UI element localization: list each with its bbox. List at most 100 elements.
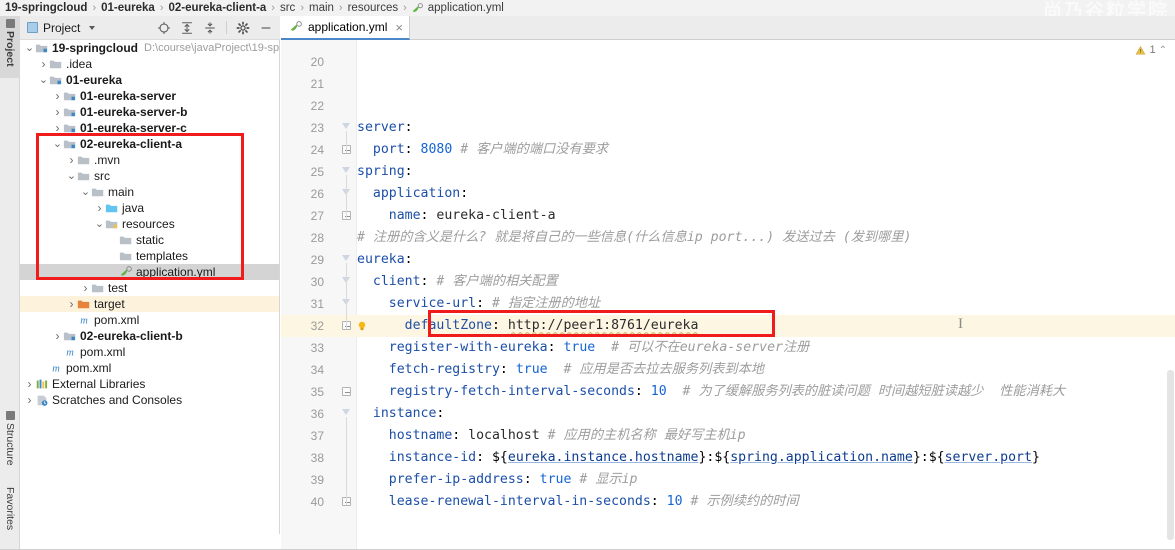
code-line-33[interactable]: register-with-eureka: true # 可以不在eureka-…: [357, 337, 1175, 359]
expand-all-icon[interactable]: [180, 21, 194, 35]
scrollbar-thumb[interactable]: [1167, 370, 1174, 540]
editor-vertical-scrollbar[interactable]: [1165, 40, 1175, 550]
tree-node-01-eureka-server-c[interactable]: › 01-eureka-server-c: [20, 120, 279, 136]
code-line-28[interactable]: # 注册的含义是什么? 就是将自己的一些信息(什么信息ip port...) 发…: [357, 227, 1175, 249]
code-content[interactable]: server: port: 8080 # 客户端的端口没有要求 spring: a…: [357, 40, 1175, 550]
sidebar-tab-structure[interactable]: Structure: [0, 408, 20, 480]
tree-node-static[interactable]: static: [20, 232, 279, 248]
code-line-25[interactable]: spring:: [357, 161, 1175, 183]
resources-folder-icon-wrap: [105, 217, 119, 231]
tree-node-pom-xml[interactable]: m pom.xml: [20, 312, 279, 328]
chevron-right-icon[interactable]: ›: [38, 56, 49, 72]
chevron-right-icon[interactable]: ›: [52, 88, 63, 104]
breadcrumb-item-main[interactable]: main: [308, 2, 335, 14]
tree-node-02-eureka-client-b[interactable]: › 02-eureka-client-b: [20, 328, 279, 344]
code-line-26[interactable]: application:: [357, 183, 1175, 205]
tree-node-scratches-and-consoles[interactable]: › Scratches and Consoles: [20, 392, 279, 408]
chevron-right-icon[interactable]: ›: [66, 296, 77, 312]
code-line-37[interactable]: hostname: localhost # 应用的主机名称 最好写主机ip: [357, 425, 1175, 447]
code-token: #: [595, 340, 627, 355]
chevron-right-icon[interactable]: ›: [94, 200, 105, 216]
chevron-down-icon[interactable]: ⌄: [52, 136, 63, 152]
tree-node-label: 01-eureka-server-c: [80, 121, 187, 135]
chevron-down-icon[interactable]: ⌄: [38, 72, 49, 88]
code-line-24[interactable]: port: 8080 # 客户端的端口没有要求: [357, 139, 1175, 161]
line-number: 39: [310, 473, 324, 487]
tree-node-main[interactable]: ⌄ main: [20, 184, 279, 200]
code-token: prefer-ip-address: [357, 472, 524, 487]
breadcrumb-item-file[interactable]: application.yml: [411, 2, 505, 15]
code-line-30[interactable]: client: # 客户端的相关配置: [357, 271, 1175, 293]
tree-node-pom-xml[interactable]: m pom.xml: [20, 344, 279, 360]
tree-node-02-eureka-client-a[interactable]: ⌄ 02-eureka-client-a: [20, 136, 279, 152]
tree-node-01-eureka-server[interactable]: › 01-eureka-server: [20, 88, 279, 104]
code-token: 客户端的端口没有要求: [476, 142, 608, 157]
tree-node-external-libraries[interactable]: › External Libraries: [20, 376, 279, 392]
structure-icon: [5, 411, 15, 420]
code-line-20[interactable]: [357, 51, 1175, 73]
code-line-40[interactable]: lease-renewal-interval-in-seconds: 10 # …: [357, 491, 1175, 513]
sidebar-tab-favorites[interactable]: Favorites: [0, 484, 20, 550]
locate-in-tree-icon[interactable]: [157, 21, 171, 35]
chevron-down-icon[interactable]: [89, 25, 96, 30]
close-icon[interactable]: ×: [395, 20, 403, 35]
code-line-29[interactable]: eureka:: [357, 249, 1175, 271]
tree-node-resources[interactable]: ⌄ resources: [20, 216, 279, 232]
code-line-21[interactable]: [357, 73, 1175, 95]
yml-file-icon: [290, 21, 302, 31]
tree-node-label: static: [136, 233, 165, 247]
editor-tab-application-yml[interactable]: application.yml ×: [281, 16, 410, 40]
chevron-right-icon[interactable]: ›: [52, 120, 63, 136]
code-line-27[interactable]: name: eureka-client-a: [357, 205, 1175, 227]
code-line-23[interactable]: server:: [357, 117, 1175, 139]
code-line-31[interactable]: service-url: # 指定注册的地址: [357, 293, 1175, 315]
inspection-widget[interactable]: 1 ⌃: [1135, 44, 1167, 56]
code-line-36[interactable]: instance:: [357, 403, 1175, 425]
tree-node-target[interactable]: › target: [20, 296, 279, 312]
collapse-all-icon[interactable]: [203, 21, 217, 35]
tree-node-java[interactable]: › java: [20, 200, 279, 216]
chevron-down-icon[interactable]: ⌄: [94, 216, 105, 232]
project-tree[interactable]: ⌄ 19-springcloud D:\course\javaProject\19…: [20, 40, 280, 534]
chevron-right-icon[interactable]: ›: [66, 152, 77, 168]
chevron-down-icon[interactable]: ⌄: [80, 184, 91, 200]
chevron-down-icon[interactable]: ⌄: [66, 168, 77, 184]
code-line-39[interactable]: prefer-ip-address: true # 显示ip: [357, 469, 1175, 491]
tree-node-test[interactable]: › test: [20, 280, 279, 296]
chevron-right-icon[interactable]: ›: [52, 328, 63, 344]
code-line-32[interactable]: defaultZone: http://peer1:8761/eureka: [357, 315, 1175, 337]
breadcrumb-item-client-a[interactable]: 02-eureka-client-a: [168, 2, 268, 14]
tree-node--mvn[interactable]: › .mvn: [20, 152, 279, 168]
maven-file-icon: m: [52, 364, 60, 375]
code-editor[interactable]: 20 21 22 23 24 25 26 27 28 29 30 31 32 33 34 35 36 37 38 39…: [281, 40, 1175, 550]
tree-node-templates[interactable]: templates: [20, 248, 279, 264]
tool-window-strip: Project Structure Favorites: [0, 16, 20, 550]
breadcrumb-item-resources[interactable]: resources: [347, 2, 400, 14]
code-line-35[interactable]: registry-fetch-interval-seconds: 10 # 为了…: [357, 381, 1175, 403]
chevron-right-icon[interactable]: ›: [80, 280, 91, 296]
breadcrumb-item-project[interactable]: 19-springcloud: [4, 2, 88, 14]
code-token: 应用的主机名称 最好写主机ip: [563, 428, 746, 443]
chevron-right-icon[interactable]: ›: [24, 376, 35, 392]
breadcrumb-item-eureka[interactable]: 01-eureka: [100, 2, 156, 14]
code-line-22[interactable]: [357, 95, 1175, 117]
code-line-38[interactable]: instance-id: ${eureka.instance.hostname}…: [357, 447, 1175, 469]
hide-panel-icon[interactable]: [259, 21, 273, 35]
chevron-right-icon[interactable]: ›: [24, 392, 35, 408]
sidebar-tab-project[interactable]: Project: [0, 16, 20, 78]
project-panel-title-group[interactable]: Project: [20, 21, 96, 35]
code-token: hostname: [357, 428, 453, 443]
tree-node-01-eureka-server-b[interactable]: › 01-eureka-server-b: [20, 104, 279, 120]
tree-node-pom-xml[interactable]: m pom.xml: [20, 360, 279, 376]
chevron-down-icon[interactable]: ⌄: [24, 40, 35, 56]
tree-node-01-eureka[interactable]: ⌄ 01-eureka: [20, 72, 279, 88]
fold-region-icon[interactable]: [342, 387, 351, 396]
tree-node-19-springcloud[interactable]: ⌄ 19-springcloud D:\course\javaProject\19…: [20, 40, 279, 56]
chevron-right-icon[interactable]: ›: [52, 104, 63, 120]
tree-node--idea[interactable]: › .idea: [20, 56, 279, 72]
settings-gear-icon[interactable]: [236, 21, 250, 35]
tree-node-src[interactable]: ⌄ src: [20, 168, 279, 184]
code-line-34[interactable]: fetch-registry: true # 应用是否去拉去服务列表到本地: [357, 359, 1175, 381]
tree-node-application-yml[interactable]: application.yml: [20, 264, 279, 280]
breadcrumb-item-src[interactable]: src: [279, 2, 296, 14]
